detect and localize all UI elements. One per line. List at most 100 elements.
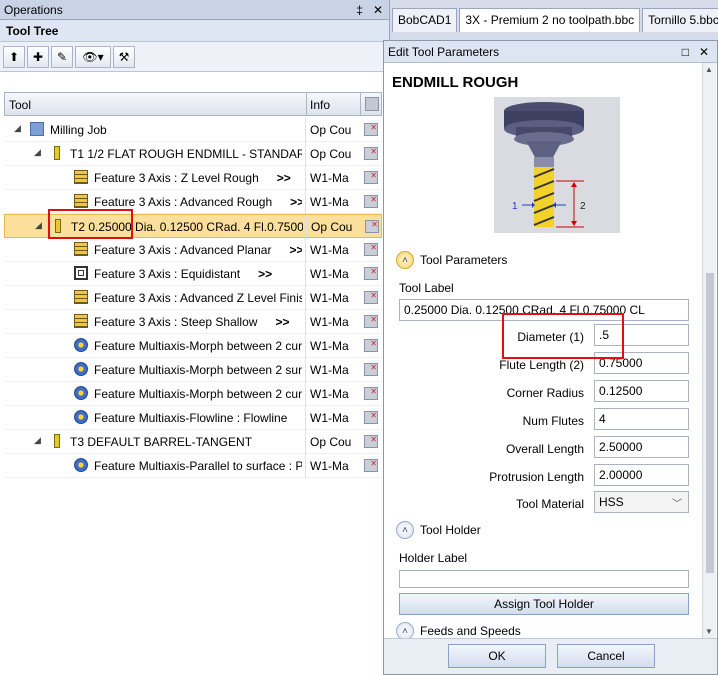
tree-row[interactable]: Feature 3 Axis : Z Level Rough >> W1-Ma ✕ bbox=[4, 166, 382, 190]
holder-label-input[interactable] bbox=[399, 570, 689, 588]
tree-row-name: Feature Multiaxis-Morph between 2 sur bbox=[94, 363, 302, 377]
field-input[interactable]: 2.50000 bbox=[594, 436, 689, 458]
assign-tool-holder-button[interactable]: Assign Tool Holder bbox=[399, 593, 689, 615]
tree-row[interactable]: ◢ Milling Job Op Cou ✕ bbox=[4, 118, 382, 142]
tree-row-name: Feature Multiaxis-Morph between 2 cur bbox=[94, 339, 302, 353]
tree-row-label: Feature 3 Axis : Advanced Z Level Finish bbox=[94, 291, 302, 305]
row-status-icon[interactable]: ✕ bbox=[364, 411, 378, 424]
add-feature-icon[interactable]: ✚ bbox=[27, 45, 49, 68]
tree-row-label: T1 1/2 FLAT ROUGH ENDMILL - STANDARD bbox=[70, 147, 302, 161]
tree-row[interactable]: Feature 3 Axis : Steep Shallow >> W1-Ma ✕ bbox=[4, 310, 382, 334]
tree-row-info: W1-Ma bbox=[310, 411, 349, 425]
restore-icon[interactable]: □ bbox=[682, 45, 689, 59]
row-status-icon[interactable]: ✕ bbox=[364, 363, 378, 376]
tree-row-arrows: >> bbox=[290, 195, 302, 209]
tree-row-name: Feature 3 Axis : Z Level Rough >> bbox=[94, 171, 291, 185]
tree-row[interactable]: Feature 3 Axis : Equidistant >> W1-Ma ✕ bbox=[4, 262, 382, 286]
expand-icon[interactable]: ◢ bbox=[34, 147, 41, 158]
multiaxis-icon bbox=[74, 458, 88, 472]
tool-holder-section[interactable]: ˄ Tool Holder bbox=[396, 521, 481, 539]
row-status-icon[interactable]: ✕ bbox=[364, 147, 378, 160]
tool-tree-toolbar: ⬆ ✚ ✎ 👁▾ ⚒ bbox=[0, 42, 389, 72]
tree-row-label: Feature Multiaxis-Morph between 2 cur bbox=[94, 339, 302, 353]
close-icon[interactable]: ✕ bbox=[373, 3, 383, 17]
ok-button[interactable]: OK bbox=[448, 644, 546, 668]
tab-bobcad1[interactable]: BobCAD1 bbox=[392, 8, 458, 32]
tool-material-select[interactable]: HSS ﹀ bbox=[594, 491, 689, 513]
tree-row-name: Feature Multiaxis-Morph between 2 cur bbox=[94, 387, 302, 401]
holder-label-caption: Holder Label bbox=[399, 551, 468, 565]
multiaxis-icon bbox=[74, 338, 88, 352]
tree-row-label: Milling Job bbox=[50, 123, 107, 137]
edit-icon[interactable]: ✎ bbox=[51, 45, 73, 68]
diameter-marker-label: 1 bbox=[512, 201, 518, 212]
tree-row[interactable]: Feature 3 Axis : Advanced Z Level Finish… bbox=[4, 286, 382, 310]
tree-row-info: Op Cou bbox=[310, 435, 352, 449]
row-status-icon[interactable]: ✕ bbox=[364, 339, 378, 352]
scroll-up-icon[interactable]: ▲ bbox=[705, 65, 713, 74]
dialog-footer: OK Cancel bbox=[384, 638, 717, 674]
info-column-header[interactable]: Info bbox=[310, 98, 330, 112]
multiaxis-icon bbox=[74, 410, 88, 424]
row-status-icon[interactable]: ✕ bbox=[364, 195, 378, 208]
row-status-icon[interactable]: ✕ bbox=[364, 267, 378, 280]
tool-parameters-collapse-icon[interactable]: ˄ bbox=[396, 251, 414, 269]
tree-row-name: Feature Multiaxis-Parallel to surface : … bbox=[94, 459, 302, 473]
row-status-icon[interactable]: ✕ bbox=[364, 291, 378, 304]
tree-row-info: W1-Ma bbox=[310, 387, 349, 401]
tree-row-label: Feature Multiaxis-Parallel to surface : … bbox=[94, 459, 302, 473]
endmill-icon bbox=[54, 434, 60, 448]
expand-icon[interactable]: ◢ bbox=[34, 435, 41, 446]
multiaxis-icon bbox=[74, 362, 88, 376]
tree-row[interactable]: Feature Multiaxis-Morph between 2 cur W1-… bbox=[4, 382, 382, 406]
tree-row[interactable]: Feature Multiaxis-Morph between 2 sur W1-… bbox=[4, 358, 382, 382]
tree-row-info: W1-Ma bbox=[310, 171, 349, 185]
tool-parameters-section[interactable]: ˄ Tool Parameters bbox=[396, 251, 507, 269]
tree-row-name: T1 1/2 FLAT ROUGH ENDMILL - STANDARD bbox=[70, 147, 302, 161]
scroll-thumb[interactable] bbox=[706, 273, 714, 573]
tool-material-label: Tool Material bbox=[515, 497, 584, 511]
row-status-icon[interactable]: ✕ bbox=[364, 123, 378, 136]
tree-row-info: W1-Ma bbox=[310, 363, 349, 377]
layers-icon bbox=[74, 290, 88, 304]
field-input[interactable]: 4 bbox=[594, 408, 689, 430]
tree-row-name: Feature 3 Axis : Advanced Rough >> bbox=[94, 195, 302, 209]
tree-row-info: W1-Ma bbox=[310, 339, 349, 353]
tab-tornillo[interactable]: Tornillo 5.bbc bbox=[642, 8, 718, 32]
tree-row-arrows: >> bbox=[275, 315, 290, 329]
field-input[interactable]: 2.00000 bbox=[594, 464, 689, 486]
tool-holder-collapse-icon[interactable]: ˄ bbox=[396, 521, 414, 539]
tool-library-icon[interactable]: ⚒ bbox=[113, 45, 135, 68]
tree-row[interactable]: Feature 3 Axis : Advanced Planar >> W1-Ma ✕ bbox=[4, 238, 382, 262]
document-tabs: BobCAD1 3X - Premium 2 no toolpath.bbc T… bbox=[392, 8, 718, 32]
expand-icon[interactable]: ◢ bbox=[35, 220, 42, 231]
tree-row[interactable]: ◢ T3 DEFAULT BARREL-TANGENT Op Cou ✕ bbox=[4, 430, 382, 454]
dialog-scrollbar[interactable]: ▲ ▼ bbox=[702, 63, 716, 638]
view-eye-icon[interactable]: 👁▾ bbox=[75, 45, 111, 68]
tree-row[interactable]: Feature Multiaxis-Morph between 2 cur W1-… bbox=[4, 334, 382, 358]
row-status-icon[interactable]: ✕ bbox=[364, 243, 378, 256]
row-status-icon[interactable]: ✕ bbox=[364, 459, 378, 472]
row-status-icon[interactable]: ✕ bbox=[364, 171, 378, 184]
row-status-icon[interactable]: ✕ bbox=[364, 435, 378, 448]
scroll-down-icon[interactable]: ▼ bbox=[705, 627, 713, 636]
status-column-icon[interactable] bbox=[365, 97, 379, 111]
dialog-close-icon[interactable]: ✕ bbox=[699, 45, 709, 59]
tree-row[interactable]: Feature Multiaxis-Flowline : Flowline W1-… bbox=[4, 406, 382, 430]
tree-row[interactable]: Feature Multiaxis-Parallel to surface : … bbox=[4, 454, 382, 478]
tab-premium-2[interactable]: 3X - Premium 2 no toolpath.bbc bbox=[459, 8, 641, 32]
expand-icon[interactable]: ◢ bbox=[14, 123, 21, 134]
tree-row-info: W1-Ma bbox=[310, 459, 349, 473]
field-label: Num Flutes bbox=[522, 414, 584, 428]
tree-row[interactable]: ◢ T1 1/2 FLAT ROUGH ENDMILL - STANDARD Op … bbox=[4, 142, 382, 166]
row-status-icon[interactable]: ✕ bbox=[364, 315, 378, 328]
cancel-button[interactable]: Cancel bbox=[557, 644, 655, 668]
tree-row-info: W1-Ma bbox=[310, 315, 349, 329]
field-input[interactable]: 0.12500 bbox=[594, 380, 689, 402]
row-status-icon[interactable]: ✕ bbox=[364, 387, 378, 400]
tool-column-header[interactable]: Tool bbox=[9, 98, 31, 112]
row-status-icon[interactable]: ✕ bbox=[365, 220, 379, 233]
pin-icon[interactable]: ‡ bbox=[356, 3, 363, 17]
endmill-drawing: 1 2 bbox=[494, 97, 620, 233]
add-tool-icon[interactable]: ⬆ bbox=[3, 45, 25, 68]
